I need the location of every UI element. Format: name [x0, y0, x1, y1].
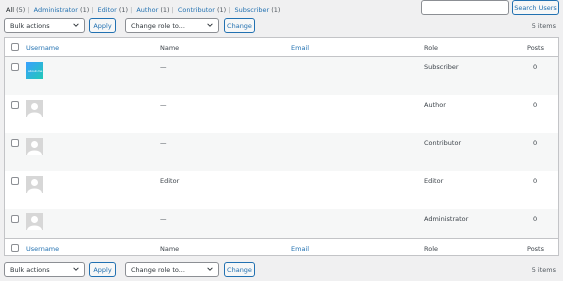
filter-author-count: (1) — [160, 6, 170, 14]
row-checkbox[interactable] — [11, 139, 19, 147]
user-name: — — [160, 101, 167, 109]
default-avatar-icon[interactable] — [26, 100, 43, 117]
filter-contributor-label: Contributor — [177, 6, 215, 14]
brand-avatar-text: about.me — [28, 69, 43, 73]
chevron-down-icon — [73, 267, 79, 271]
tablenav-top: Bulk actions Apply Change role to... Cha… — [0, 18, 563, 34]
default-avatar-icon[interactable] — [26, 138, 43, 155]
filter-all-label: All — [6, 6, 15, 14]
change-role-button[interactable]: Change — [224, 18, 255, 33]
search-users-input[interactable] — [421, 0, 509, 15]
filter-author[interactable]: Author (1) — [136, 6, 169, 14]
row-checkbox[interactable] — [11, 177, 19, 185]
filter-subscriber[interactable]: Subscriber (1) — [235, 6, 281, 14]
column-posts: Posts — [527, 44, 544, 52]
column-posts: Posts — [527, 245, 544, 253]
user-name: — — [160, 139, 167, 147]
bulk-actions-value: Bulk actions — [10, 21, 50, 30]
user-role: Author — [424, 101, 446, 109]
apply-button[interactable]: Apply — [89, 18, 116, 33]
table-row: Editor Editor 0 — [5, 171, 558, 209]
items-count: 5 items — [531, 266, 556, 274]
table-header: Username Name Email Role Posts — [5, 38, 558, 57]
change-role-button[interactable]: Change — [224, 262, 255, 277]
column-role: Role — [424, 44, 439, 52]
select-all-checkbox[interactable] — [11, 43, 19, 51]
user-role: Administrator — [424, 215, 469, 223]
filter-administrator[interactable]: Administrator (1) — [34, 6, 90, 14]
user-name: — — [160, 63, 167, 71]
column-email-sort[interactable]: Email — [291, 44, 309, 52]
brand-avatar-icon[interactable]: about.me — [26, 62, 43, 79]
role-filters: All (5) | Administrator (1) | Editor (1) | … — [6, 6, 280, 14]
user-role: Contributor — [424, 139, 462, 147]
filter-author-label: Author — [136, 6, 159, 14]
select-all-checkbox[interactable] — [11, 244, 19, 252]
items-count: 5 items — [531, 22, 556, 30]
default-avatar-icon[interactable] — [26, 213, 43, 230]
filter-subscriber-label: Subscriber — [234, 6, 270, 14]
apply-button[interactable]: Apply — [89, 262, 116, 277]
filter-separator: | — [228, 6, 231, 14]
user-posts: 0 — [533, 139, 538, 147]
filter-separator: | — [130, 6, 133, 14]
chevron-down-icon — [73, 23, 79, 27]
user-posts: 0 — [533, 215, 538, 223]
row-checkbox[interactable] — [11, 63, 19, 71]
column-name: Name — [160, 44, 180, 52]
change-role-value: Change role to... — [131, 21, 185, 30]
table-row: — Administrator 0 — [5, 209, 558, 238]
filter-all-count: (5) — [16, 6, 26, 14]
row-checkbox[interactable] — [11, 215, 19, 223]
filter-administrator-label: Administrator — [33, 6, 78, 14]
user-name: — — [160, 215, 167, 223]
column-email-sort[interactable]: Email — [291, 245, 309, 253]
user-name: Editor — [160, 177, 180, 185]
column-role: Role — [424, 245, 439, 253]
user-posts: 0 — [533, 177, 538, 185]
table-footer: Username Name Email Role Posts — [5, 238, 558, 257]
table-row: — Author 0 — [5, 95, 558, 133]
filter-editor-label: Editor — [97, 6, 117, 14]
filter-separator: | — [27, 6, 30, 14]
filter-subscriber-count: (1) — [271, 6, 281, 14]
default-avatar-icon[interactable] — [26, 176, 43, 193]
bulk-actions-select[interactable]: Bulk actions — [4, 18, 85, 33]
change-role-select[interactable]: Change role to... — [125, 18, 219, 33]
column-username-sort[interactable]: Username — [26, 44, 59, 52]
column-name: Name — [160, 245, 180, 253]
filter-contributor[interactable]: Contributor (1) — [178, 6, 226, 14]
tablenav-bottom: Bulk actions Apply Change role to... Cha… — [0, 262, 563, 278]
row-checkbox[interactable] — [11, 101, 19, 109]
chevron-down-icon — [207, 267, 213, 271]
filter-all[interactable]: All (5) — [6, 6, 25, 14]
table-row: about.me — Subscriber 0 — [5, 57, 558, 95]
user-role: Editor — [424, 177, 444, 185]
filter-contributor-count: (1) — [217, 6, 227, 14]
filter-separator: | — [171, 6, 174, 14]
bulk-actions-value: Bulk actions — [10, 265, 50, 274]
table-row: — Contributor 0 — [5, 133, 558, 171]
users-table: Username Name Email Role Posts about.me … — [4, 37, 559, 256]
user-role: Subscriber — [424, 63, 459, 71]
search-users-button[interactable]: Search Users — [512, 0, 559, 15]
bulk-actions-select[interactable]: Bulk actions — [4, 262, 85, 277]
user-posts: 0 — [533, 101, 538, 109]
filter-editor-count: (1) — [118, 6, 129, 14]
user-posts: 0 — [533, 63, 538, 71]
filter-administrator-count: (1) — [80, 6, 90, 14]
chevron-down-icon — [207, 23, 213, 27]
column-username-sort[interactable]: Username — [26, 245, 59, 253]
change-role-select[interactable]: Change role to... — [125, 262, 219, 277]
filter-editor[interactable]: Editor (1) — [98, 6, 129, 14]
filter-separator: | — [91, 6, 94, 14]
change-role-value: Change role to... — [131, 265, 185, 274]
